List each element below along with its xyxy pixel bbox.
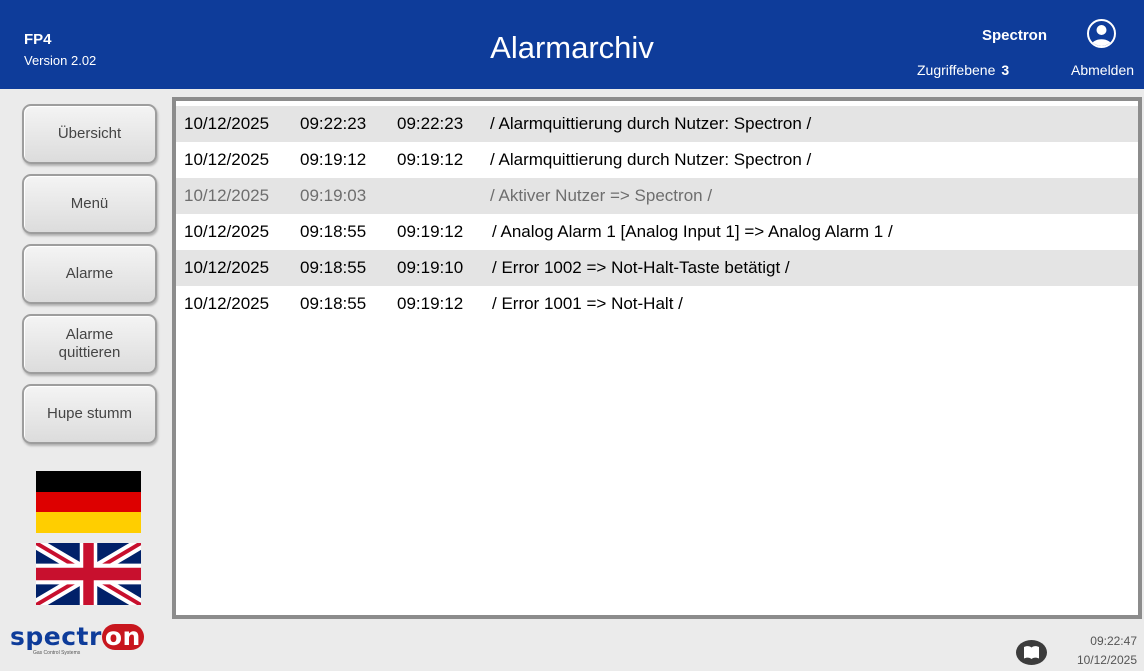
entry-message: / Alarmquittierung durch Nutzer: Spectro… [490, 114, 812, 133]
entry-message: / Analog Alarm 1 [Analog Input 1] => Ana… [492, 222, 893, 241]
current-user: Spectron [981, 27, 1047, 44]
list-item[interactable]: 10/12/2025 09:22:23 09:22:23 / Alarmquit… [176, 106, 1138, 142]
clock-date: 10/12/2025 [1076, 653, 1137, 667]
list-item[interactable]: 10/12/2025 09:18:55 09:19:10 / Error 100… [176, 250, 1138, 286]
entry-time-start: 09:22:23 [300, 114, 367, 133]
user-icon[interactable] [1087, 19, 1116, 48]
book-icon[interactable] [1016, 640, 1047, 665]
entry-message: / Error 1002 => Not-Halt-Taste betätigt … [492, 258, 790, 277]
alarm-archive-list[interactable]: 10/12/2025 09:22:23 09:22:23 / Alarmquit… [172, 97, 1142, 619]
entry-time-start: 09:19:12 [300, 150, 367, 169]
logo-text: spectr [10, 622, 102, 651]
entry-date: 10/12/2025 [184, 222, 270, 241]
logo-wordmark: spectr on [10, 623, 144, 651]
entry-date: 10/12/2025 [184, 150, 270, 169]
page-title: Alarmarchiv [490, 30, 654, 65]
entry-time-start: 09:18:55 [300, 294, 367, 313]
menu-button[interactable]: Menü [22, 174, 157, 234]
entry-message: / Alarmquittierung durch Nutzer: Spectro… [490, 150, 812, 169]
acknowledge-alarms-button[interactable]: Alarme quittieren [22, 314, 157, 374]
entry-message: / Aktiver Nutzer => Spectron / [490, 186, 713, 205]
access-level-value: 3 [1001, 62, 1010, 78]
flag-uk-icon[interactable] [36, 543, 141, 605]
entry-date: 10/12/2025 [184, 258, 270, 277]
overview-button[interactable]: Übersicht [22, 104, 157, 164]
entry-time-end: 09:19:12 [397, 294, 464, 313]
entry-date: 10/12/2025 [184, 294, 270, 313]
entry-time-end: 09:19:10 [397, 258, 464, 277]
entry-date: 10/12/2025 [184, 114, 270, 133]
entry-time-end: 09:19:12 [397, 150, 464, 169]
alarms-button[interactable]: Alarme [22, 244, 157, 304]
entry-time-end: 09:19:12 [397, 222, 464, 241]
spectron-logo: spectr on Gas Control Systems [10, 623, 144, 656]
entry-message: / Error 1001 => Not-Halt / [492, 294, 683, 313]
logo-highlight: on [101, 624, 144, 650]
horn-mute-button[interactable]: Hupe stumm [22, 384, 157, 444]
logout-button[interactable]: Abmelden [1071, 62, 1134, 78]
entry-date: 10/12/2025 [184, 186, 270, 205]
list-item[interactable]: 10/12/2025 09:19:12 09:19:12 / Alarmquit… [176, 142, 1138, 178]
entry-time-start: 09:18:55 [300, 258, 367, 277]
list-item[interactable]: 10/12/2025 09:18:55 09:19:12 / Analog Al… [176, 214, 1138, 250]
logo-subtitle: Gas Control Systems [33, 650, 81, 656]
entry-time-start: 09:19:03 [300, 186, 367, 205]
access-level-display: Zugriffebene 3 [917, 62, 1009, 78]
list-item[interactable]: 10/12/2025 09:18:55 09:19:12 / Error 100… [176, 286, 1138, 322]
header-bar: FP4 Version 2.02 Alarmarchiv Spectron Zu… [0, 0, 1144, 89]
access-level-label: Zugriffebene [917, 62, 996, 78]
entry-time-end: 09:22:23 [397, 114, 464, 133]
entry-time-start: 09:18:55 [300, 222, 367, 241]
flag-germany-icon[interactable] [36, 471, 141, 533]
list-item[interactable]: 10/12/2025 09:19:03 / Aktiver Nutzer => … [176, 178, 1138, 214]
clock-time: 09:22:47 [1090, 634, 1137, 648]
